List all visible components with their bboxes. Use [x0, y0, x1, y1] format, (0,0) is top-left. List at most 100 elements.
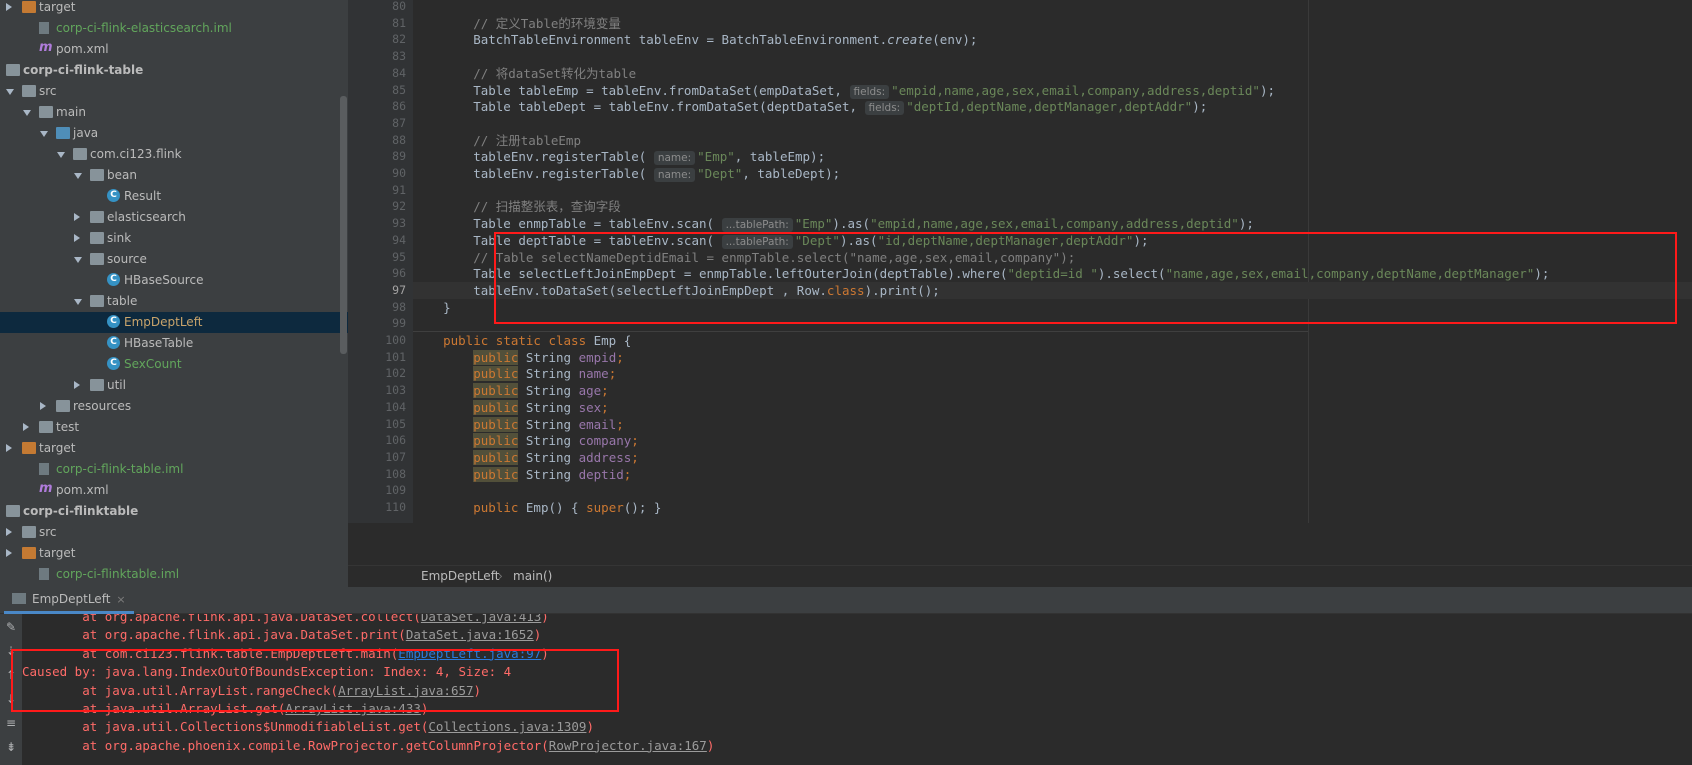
parameter-hint: name:: [653, 168, 696, 182]
stack-trace-link[interactable]: DataSet.java:413: [421, 614, 541, 624]
code-line[interactable]: public Emp() { super(); }: [413, 499, 661, 516]
code-line[interactable]: // 扫描整张表，查询字段: [413, 198, 621, 215]
project-tree-scrollbar[interactable]: [340, 96, 347, 354]
tree-item[interactable]: elasticsearch: [0, 207, 348, 228]
tree-item[interactable]: source: [0, 249, 348, 270]
code-line[interactable]: public String name;: [413, 365, 616, 382]
console-line: at org.apache.flink.api.java.DataSet.pri…: [22, 626, 541, 644]
code-line[interactable]: public String deptid;: [413, 466, 631, 483]
code-line[interactable]: Table enmpTable = tableEnv.scan( ...tabl…: [413, 215, 1254, 233]
code-line[interactable]: public String company;: [413, 432, 639, 449]
collapsed-arrow-icon[interactable]: [6, 3, 12, 11]
tree-item[interactable]: C EmpDeptLeft: [0, 312, 348, 333]
collapsed-arrow-icon[interactable]: [6, 528, 12, 536]
code-line[interactable]: Table tableEmp = tableEnv.fromDataSet(em…: [413, 82, 1275, 99]
expanded-arrow-icon[interactable]: [74, 257, 82, 263]
collapsed-arrow-icon[interactable]: [74, 234, 80, 242]
code-token: "empid,name,age,sex,email,company,addres…: [891, 82, 1260, 98]
tree-item[interactable]: target: [0, 543, 348, 564]
code-line[interactable]: BatchTableEnvironment tableEnv = BatchTa…: [413, 31, 977, 48]
code-token: empid: [578, 349, 617, 365]
code-line[interactable]: }: [413, 299, 451, 316]
code-token: String: [518, 366, 579, 382]
expanded-arrow-icon[interactable]: [6, 89, 14, 95]
code-token: String: [518, 383, 579, 399]
run-tab[interactable]: EmpDeptLeft ×: [4, 587, 134, 614]
tree-item[interactable]: corp-ci-flink-table.iml: [0, 459, 348, 480]
package-icon: [73, 148, 87, 160]
code-line[interactable]: Table tableDept = tableEnv.fromDataSet(d…: [413, 98, 1207, 116]
expanded-arrow-icon[interactable]: [74, 299, 82, 305]
stack-trace-link[interactable]: RowProjector.java:167: [549, 738, 707, 753]
stack-trace-link[interactable]: Collections.java:1309: [428, 719, 586, 734]
tree-item[interactable]: test: [0, 417, 348, 438]
code-line[interactable]: // 将dataSet转化为table: [413, 65, 636, 82]
code-line[interactable]: // 定义Table的环境变量: [413, 15, 621, 32]
tree-item[interactable]: corp-ci-flink-elasticsearch.iml: [0, 18, 348, 39]
code-line[interactable]: tableEnv.registerTable( name: "Emp", tabl…: [413, 148, 825, 166]
collapsed-arrow-icon[interactable]: [6, 444, 12, 452]
code-token: String: [518, 449, 579, 465]
tree-item[interactable]: target: [0, 0, 348, 18]
code-line[interactable]: // 注册tableEmp: [413, 132, 581, 149]
tree-item[interactable]: src: [0, 522, 348, 543]
collapsed-arrow-icon[interactable]: [23, 423, 29, 431]
print-icon[interactable]: ⇟: [4, 740, 18, 754]
tree-item[interactable]: C HBaseSource: [0, 270, 348, 291]
iml-file-icon: [39, 22, 49, 34]
code-token: super: [586, 500, 624, 515]
breadcrumb-class[interactable]: EmpDeptLeft: [421, 569, 499, 583]
collapsed-arrow-icon[interactable]: [74, 381, 80, 389]
tree-item[interactable]: com.ci123.flink: [0, 144, 348, 165]
tree-item[interactable]: C SexCount: [0, 354, 348, 375]
tree-item[interactable]: sink: [0, 228, 348, 249]
package-icon: [90, 232, 104, 244]
code-line[interactable]: tableEnv.registerTable( name: "Dept", tab…: [413, 165, 840, 182]
editor-gutter: 80 81 82 83 84 85 86 87 88 89 90 91 92 93 94 95 96 97 98 99…: [348, 0, 413, 523]
tree-item[interactable]: corp-ci-flink-table: [0, 60, 348, 81]
tree-item[interactable]: bean: [0, 165, 348, 186]
soft-wrap-icon[interactable]: ≡: [4, 716, 18, 730]
code-token: public: [473, 416, 519, 432]
tree-item[interactable]: java: [0, 123, 348, 144]
expanded-arrow-icon[interactable]: [23, 110, 31, 116]
run-tab-label: EmpDeptLeft: [32, 592, 111, 606]
package-icon: [90, 295, 104, 307]
tree-item[interactable]: m pom.xml: [0, 39, 348, 60]
tree-item[interactable]: C HBaseTable: [0, 333, 348, 354]
tree-item[interactable]: util: [0, 375, 348, 396]
expanded-arrow-icon[interactable]: [74, 173, 82, 179]
tree-item[interactable]: table: [0, 291, 348, 312]
code-line[interactable]: public String sex;: [413, 399, 609, 416]
tree-item[interactable]: corp-ci-flinktable: [0, 501, 348, 522]
edit-config-icon[interactable]: ✎: [4, 620, 18, 634]
tree-item-label: table: [107, 294, 138, 308]
tree-item[interactable]: target: [0, 438, 348, 459]
code-line[interactable]: public String empid;: [413, 349, 624, 366]
code-token: "Emp": [697, 149, 735, 165]
tree-item[interactable]: src: [0, 81, 348, 102]
expanded-arrow-icon[interactable]: [57, 152, 65, 158]
parameter-hint: fields:: [849, 84, 890, 99]
stack-trace-link[interactable]: DataSet.java:1652: [406, 627, 534, 642]
parameter-hint: ...tablePath:: [721, 218, 793, 233]
code-line[interactable]: public String age;: [413, 382, 609, 399]
close-icon[interactable]: ×: [116, 593, 125, 606]
parameter-hint: name:: [653, 151, 696, 166]
collapsed-arrow-icon[interactable]: [40, 402, 46, 410]
tree-item-label: src: [39, 525, 57, 539]
expanded-arrow-icon[interactable]: [40, 131, 48, 137]
tree-item[interactable]: C Result: [0, 186, 348, 207]
breadcrumb-method[interactable]: main(): [513, 569, 552, 583]
collapsed-arrow-icon[interactable]: [6, 549, 12, 557]
line-number: 98: [392, 299, 406, 314]
collapsed-arrow-icon[interactable]: [74, 213, 80, 221]
code-line[interactable]: public static class Emp {: [413, 332, 631, 349]
tree-item[interactable]: resources: [0, 396, 348, 417]
tree-item[interactable]: corp-ci-flinktable.iml: [0, 564, 348, 585]
code-line[interactable]: public String email;: [413, 416, 624, 433]
tree-item[interactable]: m pom.xml: [0, 480, 348, 501]
code-line[interactable]: public String address;: [413, 449, 639, 466]
tree-item[interactable]: main: [0, 102, 348, 123]
